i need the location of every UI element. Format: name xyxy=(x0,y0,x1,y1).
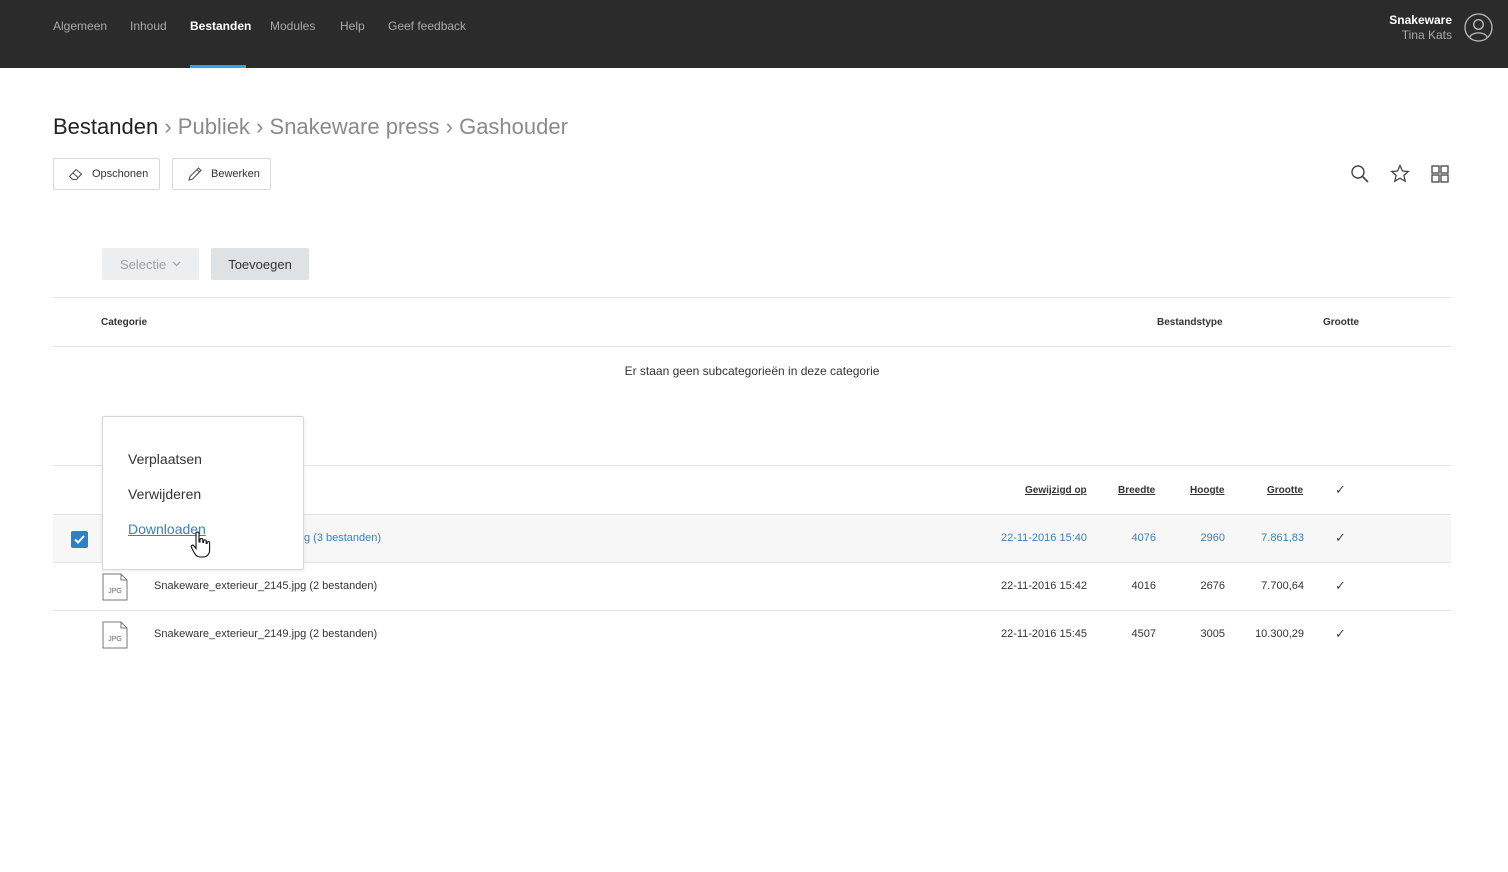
nav-item-geef-feedback[interactable]: Geef feedback xyxy=(388,19,466,33)
file-modified: 22-11-2016 15:45 xyxy=(1000,628,1087,640)
selectie-dropdown-button[interactable]: Selectie xyxy=(102,248,199,280)
active-nav-indicator xyxy=(190,65,246,68)
menu-item-verplaatsen[interactable]: Verplaatsen xyxy=(128,451,202,467)
breadcrumb-item-snakeware-press[interactable]: Snakeware press xyxy=(270,114,440,139)
nav-item-bestanden[interactable]: Bestanden xyxy=(190,19,251,33)
file-name-link[interactable]: Snakeware_exterieur_2149.jpg (2 bestande… xyxy=(154,628,377,640)
file-size: 7.861,83 xyxy=(1261,532,1304,544)
file-modified: 22-11-2016 15:40 xyxy=(1000,532,1087,544)
toevoegen-button[interactable]: Toevoegen xyxy=(211,248,309,280)
opschonen-label: Opschonen xyxy=(92,168,149,180)
file-type-label: JPG xyxy=(108,588,122,595)
search-icon[interactable] xyxy=(1348,162,1372,186)
selectie-label: Selectie xyxy=(120,256,167,272)
sort-header-grootte[interactable]: Grootte xyxy=(1267,485,1303,496)
column-header-categorie: Categorie xyxy=(101,317,148,328)
file-name-link[interactable]: Snakeware_exterieur_2145.jpg (2 bestande… xyxy=(154,580,377,592)
sort-header-breedte[interactable]: Breedte xyxy=(1118,485,1155,496)
breadcrumb-item-publiek[interactable]: Publiek xyxy=(178,114,250,139)
opschonen-button[interactable]: Opschonen xyxy=(53,158,160,190)
jpg-file-icon: JPG xyxy=(102,573,128,601)
pencil-icon xyxy=(188,167,202,181)
file-width: 4076 xyxy=(1131,532,1156,544)
column-header-check: ✓ xyxy=(1335,482,1346,497)
breadcrumb: Bestanden › Publiek › Snakeware press › … xyxy=(53,114,568,140)
eraser-icon xyxy=(68,168,83,181)
user-avatar-icon[interactable] xyxy=(1464,13,1493,42)
star-icon[interactable] xyxy=(1388,162,1412,186)
checkmark-icon xyxy=(74,535,85,544)
file-name-link[interactable]: g (3 bestanden) xyxy=(304,532,381,544)
divider xyxy=(53,610,1451,611)
sort-header-hoogte[interactable]: Hoogte xyxy=(1190,485,1224,496)
breadcrumb-separator: › xyxy=(256,114,264,139)
user-name: Tina Kats xyxy=(1401,28,1452,42)
file-width: 4016 xyxy=(1131,580,1156,592)
bewerken-button[interactable]: Bewerken xyxy=(172,158,271,190)
file-height: 2676 xyxy=(1200,580,1225,592)
bewerken-label: Bewerken xyxy=(211,168,260,180)
row-checkbox-checked[interactable] xyxy=(71,531,88,548)
menu-item-verwijderen[interactable]: Verwijderen xyxy=(128,486,201,502)
toevoegen-label: Toevoegen xyxy=(228,256,292,272)
file-type-label: JPG xyxy=(108,636,122,643)
file-width: 4507 xyxy=(1131,628,1156,640)
breadcrumb-root[interactable]: Bestanden xyxy=(53,114,158,139)
file-modified: 22-11-2016 15:42 xyxy=(1000,580,1087,592)
row-check-mark: ✓ xyxy=(1335,530,1346,545)
breadcrumb-separator: › xyxy=(164,114,172,139)
hand-pointer-cursor-icon xyxy=(190,531,211,558)
divider xyxy=(53,346,1451,347)
nav-item-inhoud[interactable]: Inhoud xyxy=(130,19,167,33)
divider xyxy=(53,297,1451,298)
empty-categories-message: Er staan geen subcategorieën in deze cat… xyxy=(624,364,880,378)
top-navigation-bar: Algemeen Inhoud Bestanden Modules Help G… xyxy=(0,0,1508,68)
file-height: 2960 xyxy=(1200,532,1225,544)
jpg-file-icon: JPG xyxy=(102,621,128,649)
user-organization: Snakeware xyxy=(1389,13,1452,27)
file-size: 7.700,64 xyxy=(1261,580,1304,592)
breadcrumb-item-gashouder: Gashouder xyxy=(459,114,568,139)
grid-view-icon[interactable] xyxy=(1428,162,1452,186)
row-check-mark: ✓ xyxy=(1335,578,1346,593)
file-height: 3005 xyxy=(1200,628,1225,640)
chevron-down-icon xyxy=(172,261,181,267)
file-size: 10.300,29 xyxy=(1255,628,1304,640)
sort-header-gewijzigd-op[interactable]: Gewijzigd op xyxy=(1025,485,1087,496)
column-header-grootte: Grootte xyxy=(1323,317,1360,328)
nav-item-help[interactable]: Help xyxy=(340,19,365,33)
nav-item-algemeen[interactable]: Algemeen xyxy=(53,19,107,33)
row-check-mark: ✓ xyxy=(1335,626,1346,641)
breadcrumb-separator: › xyxy=(445,114,453,139)
column-header-bestandstype: Bestandstype xyxy=(1157,317,1223,328)
nav-item-modules[interactable]: Modules xyxy=(270,19,315,33)
